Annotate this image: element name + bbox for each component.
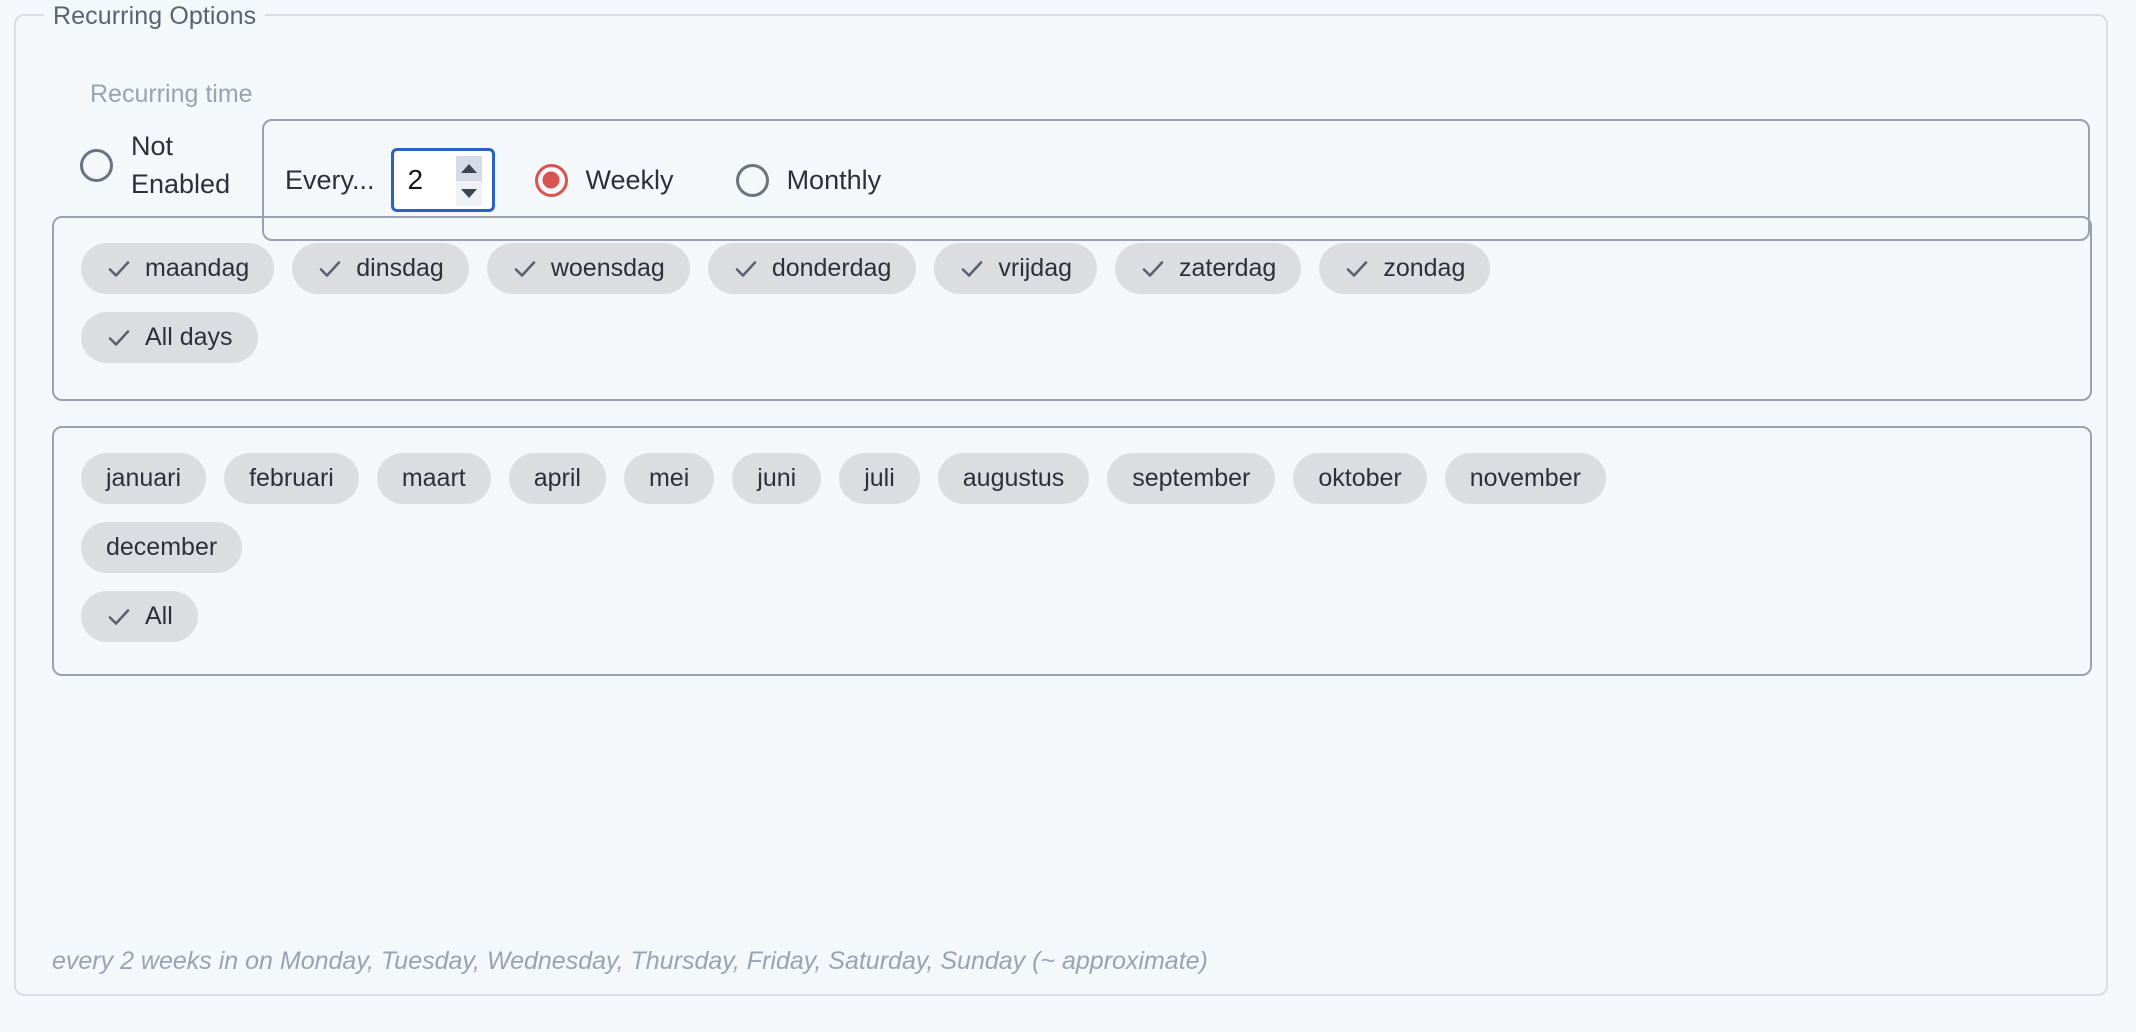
recurrence-summary: every 2 weeks in on Monday, Tuesday, Wed… bbox=[52, 947, 1208, 975]
weekday-chip-all[interactable]: All days bbox=[81, 312, 258, 363]
weekdays-panel: maandag dinsdag woensdag donderdag vrijdag za… bbox=[52, 216, 2092, 401]
month-chip[interactable]: januari bbox=[81, 453, 207, 504]
interval-number-input[interactable]: 2 bbox=[390, 148, 495, 212]
interval-value: 2 bbox=[407, 164, 424, 195]
chip-label: zondag bbox=[1383, 254, 1466, 282]
radio-monthly-indicator[interactable] bbox=[735, 163, 769, 197]
month-chip[interactable]: mei bbox=[623, 453, 715, 504]
check-icon bbox=[106, 325, 132, 351]
chip-label: februari bbox=[249, 464, 334, 492]
fieldset-legend: Recurring Options bbox=[44, 1, 266, 31]
check-icon bbox=[512, 256, 538, 282]
weekday-chip-list: maandag dinsdag woensdag donderdag vrijdag za… bbox=[54, 218, 2090, 381]
weekday-chip[interactable]: woensdag bbox=[486, 243, 690, 294]
recurring-time-label: Recurring time bbox=[90, 80, 253, 108]
month-chip[interactable]: september bbox=[1107, 453, 1276, 504]
chip-label: augustus bbox=[962, 464, 1065, 492]
month-chip[interactable]: juni bbox=[732, 453, 822, 504]
check-icon bbox=[1344, 256, 1370, 282]
radio-weekly-indicator[interactable] bbox=[534, 163, 568, 197]
recurring-options-fieldset: Recurring Options Recurring time Not Ena… bbox=[14, 1, 2108, 996]
chip-label: januari bbox=[106, 464, 182, 492]
weekday-chip[interactable]: vrijdag bbox=[934, 243, 1098, 294]
radio-not-enabled-label: Not Enabled bbox=[131, 131, 231, 199]
chip-label: zaterdag bbox=[1179, 254, 1277, 282]
chip-label: vrijdag bbox=[998, 254, 1073, 282]
chip-label: juni bbox=[757, 464, 797, 492]
check-icon bbox=[317, 256, 343, 282]
check-icon bbox=[106, 256, 132, 282]
chip-label: september bbox=[1132, 464, 1251, 492]
check-icon bbox=[733, 256, 759, 282]
chip-label: All days bbox=[145, 323, 233, 351]
chevron-down-icon[interactable] bbox=[455, 181, 482, 206]
month-chip[interactable]: augustus bbox=[937, 453, 1090, 504]
month-chip[interactable]: november bbox=[1444, 453, 1606, 504]
radio-weekly[interactable]: Weekly bbox=[534, 161, 674, 199]
weekday-chip[interactable]: zondag bbox=[1319, 243, 1491, 294]
weekday-chip[interactable]: maandag bbox=[81, 243, 275, 294]
radio-monthly-label: Monthly bbox=[786, 165, 882, 195]
month-chip[interactable]: december bbox=[81, 522, 243, 573]
chip-label: maart bbox=[401, 464, 466, 492]
radio-weekly-label: Weekly bbox=[585, 165, 674, 195]
month-chip-list: januari februari maart april mei juni juli augu… bbox=[54, 428, 2090, 660]
every-label: Every... bbox=[285, 164, 375, 195]
month-chip[interactable]: juli bbox=[839, 453, 920, 504]
check-icon bbox=[959, 256, 985, 282]
chip-label: juli bbox=[864, 464, 895, 492]
radio-not-enabled-indicator[interactable] bbox=[80, 148, 113, 182]
month-chip[interactable]: oktober bbox=[1293, 453, 1427, 504]
chevron-up-icon[interactable] bbox=[455, 156, 482, 181]
month-chip[interactable]: februari bbox=[224, 453, 359, 504]
chip-label: maandag bbox=[145, 254, 250, 282]
month-chip-all[interactable]: All bbox=[81, 591, 198, 642]
check-icon bbox=[106, 604, 132, 630]
chip-label: november bbox=[1469, 464, 1581, 492]
chip-label: mei bbox=[648, 464, 690, 492]
chip-label: dinsdag bbox=[356, 254, 444, 282]
weekday-chip[interactable]: dinsdag bbox=[292, 243, 469, 294]
chip-label: december bbox=[106, 533, 218, 561]
chip-label: All bbox=[145, 602, 173, 630]
check-icon bbox=[1140, 256, 1166, 282]
chip-label: donderdag bbox=[771, 254, 892, 282]
weekday-chip[interactable]: zaterdag bbox=[1115, 243, 1302, 294]
weekday-chip[interactable]: donderdag bbox=[707, 243, 917, 294]
chip-label: oktober bbox=[1318, 464, 1402, 492]
chip-label: woensdag bbox=[550, 254, 665, 282]
month-chip[interactable]: april bbox=[508, 453, 606, 504]
radio-not-enabled[interactable]: Not Enabled bbox=[80, 127, 241, 203]
interval-spinner-buttons[interactable] bbox=[455, 156, 482, 206]
chip-label: april bbox=[533, 464, 581, 492]
radio-monthly[interactable]: Monthly bbox=[735, 161, 882, 199]
month-chip[interactable]: maart bbox=[376, 453, 491, 504]
months-panel: januari februari maart april mei juni juli augu… bbox=[52, 426, 2092, 676]
